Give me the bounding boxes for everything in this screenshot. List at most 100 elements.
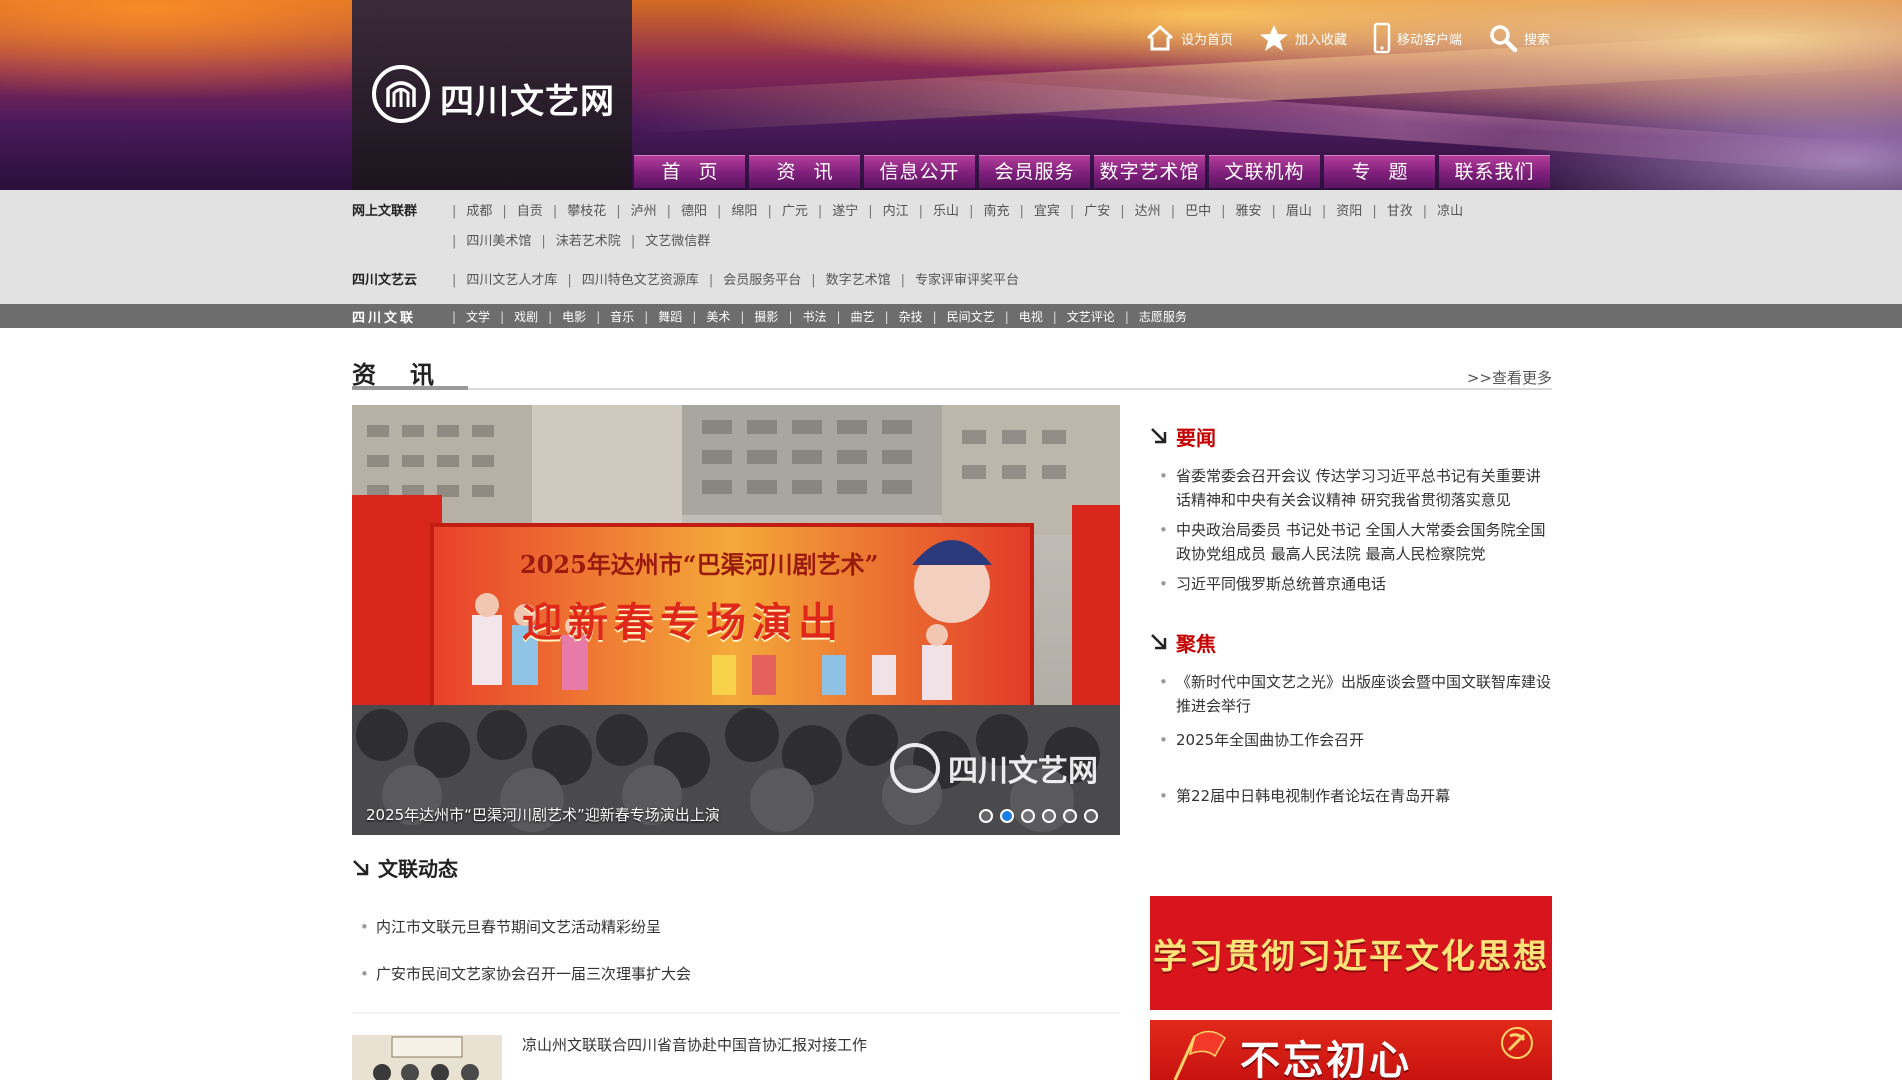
site-name: 四川文艺网	[440, 82, 615, 122]
nav-contact[interactable]: 联系我们	[1439, 155, 1550, 188]
site-header: 四川文艺网 设为首页 加入收藏 移动客户端 搜索 首页 资讯 信息公开 会员服务…	[0, 0, 1902, 190]
top-links: 设为首页 加入收藏 移动客户端 搜索	[1145, 22, 1550, 54]
party-emblem-icon	[1501, 1027, 1533, 1059]
carousel-dot-5[interactable]	[1063, 809, 1077, 823]
federation-link[interactable]: 宜宾	[1019, 202, 1060, 222]
banner-text: 学习贯彻习近平文化思想	[1153, 936, 1549, 977]
mobile-client-link[interactable]: 移动客户端	[1373, 22, 1462, 54]
federation-link[interactable]: 文艺微信群	[631, 232, 710, 252]
original-aspiration-banner[interactable]: 不忘初心	[1150, 1020, 1552, 1080]
top-link-label: 加入收藏	[1294, 32, 1347, 48]
add-favorite-link[interactable]: 加入收藏	[1259, 22, 1347, 54]
cloud-platform-link[interactable]: 专家评审评奖平台	[901, 269, 1019, 288]
subnav-row-cloud: 四川文艺云 四川文艺人才库四川特色文艺资源库会员服务平台数字艺术馆专家评审评奖平…	[352, 268, 1029, 288]
logo-panel[interactable]: 四川文艺网	[352, 0, 632, 190]
federation-link[interactable]: 乐山	[919, 202, 959, 222]
association-link[interactable]: 摄影	[740, 308, 778, 325]
association-link[interactable]: 文艺评论	[1053, 308, 1115, 325]
carousel-dot-2[interactable]	[1000, 809, 1014, 823]
news-list: 《新时代中国文艺之光》出版座谈会暨中国文联智库建设推进会举行 2025年全国曲协…	[1150, 670, 1552, 808]
federation-link[interactable]: 巴中	[1171, 202, 1211, 222]
association-link[interactable]: 文学	[452, 308, 490, 325]
cloud-platform-link[interactable]: 会员服务平台	[709, 269, 801, 288]
federation-link[interactable]: 广元	[767, 202, 808, 222]
star-icon	[1259, 25, 1288, 51]
nav-info-public[interactable]: 信息公开	[864, 155, 975, 188]
association-link[interactable]: 曲艺	[837, 308, 875, 325]
nav-member-service[interactable]: 会员服务	[979, 155, 1090, 188]
subnav-row-label: 四川文艺云	[352, 272, 418, 288]
federation-link[interactable]: 绵阳	[717, 202, 757, 222]
federation-link[interactable]: 南充	[969, 202, 1009, 222]
federation-link[interactable]: 泸州	[616, 202, 657, 222]
focus-news-header: 聚焦	[1150, 628, 1552, 656]
subnav-row-items: 四川文艺人才库四川特色文艺资源库会员服务平台数字艺术馆专家评审评奖平台	[452, 269, 1029, 288]
news-item[interactable]: 第22届中日韩电视制作者论坛在青岛开幕	[1150, 784, 1552, 808]
association-link[interactable]: 民间文艺	[933, 308, 995, 325]
federation-link[interactable]: 成都	[452, 202, 492, 222]
subnav-row-federations: 网上文联群 成都自贡攀枝花泸州德阳绵阳广元遂宁内江乐山南充宜宾广安达州巴中雅安眉…	[352, 202, 1552, 252]
federation-link[interactable]: 资阳	[1322, 202, 1362, 222]
federation-link[interactable]: 自贡	[502, 202, 543, 222]
news-item[interactable]: 2025年全国曲协工作会召开	[1150, 728, 1552, 752]
search-link[interactable]: 搜索	[1488, 22, 1550, 54]
list-item[interactable]: 内江市文联元旦春节期间文艺活动精彩纷呈	[352, 915, 1120, 962]
association-link[interactable]: 电视	[1005, 308, 1043, 325]
news-carousel[interactable]: 2025年达州市“巴渠河川剧艺术” 迎新春专场演出 四川文艺网 2025年达州市…	[352, 405, 1120, 835]
list-item[interactable]: 广安市民间文艺家协会召开一届三次理事扩大会	[352, 962, 1120, 1009]
association-link[interactable]: 美术	[692, 308, 730, 325]
federation-link[interactable]: 凉山	[1423, 202, 1463, 222]
set-homepage-link[interactable]: 设为首页	[1145, 22, 1233, 54]
federation-link[interactable]: 内江	[868, 202, 909, 222]
top-link-label: 设为首页	[1180, 32, 1233, 48]
cloud-platform-link[interactable]: 四川文艺人才库	[452, 269, 557, 288]
federation-link[interactable]: 德阳	[667, 202, 707, 222]
federation-link[interactable]: 沫若艺术院	[541, 232, 621, 252]
nav-digital-gallery[interactable]: 数字艺术馆	[1094, 155, 1205, 188]
association-bar: 四川文联 文学戏剧电影音乐舞蹈美术摄影书法曲艺杂技民间文艺电视文艺评论志愿服务	[0, 304, 1902, 328]
view-more-link[interactable]: >>查看更多	[1467, 367, 1552, 388]
main-nav: 首页 资讯 信息公开 会员服务 数字艺术馆 文联机构 专题 联系我们	[634, 155, 1550, 188]
federation-link[interactable]: 眉山	[1272, 202, 1312, 222]
feature-thumbnail[interactable]	[352, 1035, 502, 1080]
top-link-label: 搜索	[1523, 32, 1550, 48]
carousel-caption[interactable]: 2025年达州市“巴渠河川剧艺术”迎新春专场演出上演	[366, 804, 720, 825]
carousel-dot-3[interactable]	[1021, 809, 1035, 823]
federation-link[interactable]: 广安	[1070, 202, 1110, 222]
news-item[interactable]: 省委常委会召开会议 传达学习习近平总书记有关重要讲话精神和中央有关会议精神 研究…	[1150, 464, 1552, 512]
carousel-dot-6[interactable]	[1084, 809, 1098, 823]
subnav-row-associations: 四川文联 文学戏剧电影音乐舞蹈美术摄影书法曲艺杂技民间文艺电视文艺评论志愿服务	[352, 304, 1197, 328]
federation-link[interactable]: 攀枝花	[553, 202, 606, 222]
cloud-platform-link[interactable]: 数字艺术馆	[811, 269, 891, 288]
news-item[interactable]: 中央政治局委员 书记处书记 全国人大常委会国务院全国政协党组成员 最高人民法院 …	[1150, 518, 1552, 566]
federation-link[interactable]: 雅安	[1221, 202, 1261, 222]
carousel-dot-4[interactable]	[1042, 809, 1056, 823]
news-item[interactable]: 习近平同俄罗斯总统普京通电话	[1150, 572, 1552, 596]
feature-news-link[interactable]: 凉山州文联联合四川省音协赴中国音协汇报对接工作	[522, 1034, 867, 1055]
association-link[interactable]: 电影	[548, 308, 586, 325]
cloud-platform-link[interactable]: 四川特色文艺资源库	[567, 269, 699, 288]
study-thought-banner[interactable]: 学习贯彻习近平文化思想	[1150, 896, 1552, 1010]
subnav-row-label: 网上文联群	[352, 204, 418, 219]
section-title: 资讯	[352, 355, 468, 390]
headline-news-header: 要闻	[1150, 422, 1552, 450]
federation-link[interactable]: 达州	[1120, 202, 1161, 222]
association-link[interactable]: 杂技	[885, 308, 923, 325]
association-link[interactable]: 书法	[788, 308, 826, 325]
federation-link[interactable]: 遂宁	[818, 202, 858, 222]
nav-institutions[interactable]: 文联机构	[1209, 155, 1320, 188]
federation-link[interactable]: 甘孜	[1372, 202, 1413, 222]
news-item[interactable]: 《新时代中国文艺之光》出版座谈会暨中国文联智库建设推进会举行	[1150, 670, 1552, 718]
association-link[interactable]: 戏剧	[500, 308, 538, 325]
nav-home[interactable]: 首页	[634, 155, 745, 188]
association-link[interactable]: 志愿服务	[1125, 308, 1187, 325]
association-link[interactable]: 舞蹈	[644, 308, 682, 325]
carousel-dot-1[interactable]	[979, 809, 993, 823]
federation-link[interactable]: 四川美术馆	[452, 232, 531, 252]
association-link[interactable]: 音乐	[596, 308, 634, 325]
watermark-text: 四川文艺网	[948, 754, 1098, 789]
subnav-row-label: 四川文联	[352, 310, 417, 326]
nav-news[interactable]: 资讯	[749, 155, 860, 188]
home-icon	[1146, 24, 1173, 51]
nav-topics[interactable]: 专题	[1324, 155, 1435, 188]
